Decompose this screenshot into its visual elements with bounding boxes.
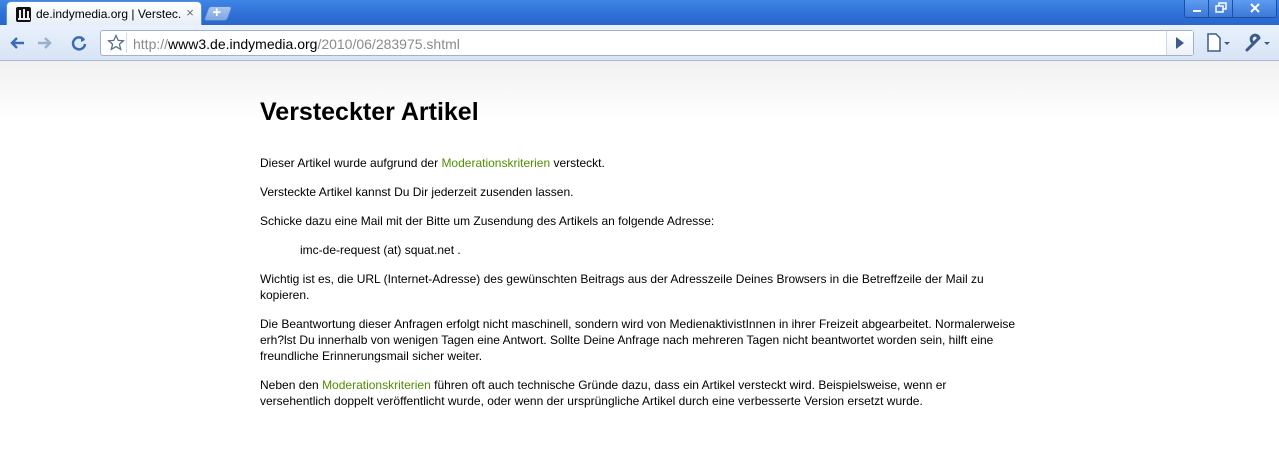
browser-tab[interactable]: de.indymedia.org | Verstec... ×	[6, 1, 202, 25]
back-button[interactable]	[6, 31, 30, 55]
tab-close-icon[interactable]: ×	[184, 6, 196, 20]
title-bar: de.indymedia.org | Verstec... × +	[0, 0, 1279, 25]
paragraph-hidden-notice: Dieser Artikel wurde aufgrund der Modera…	[260, 155, 1020, 171]
minimize-icon	[1193, 10, 1201, 12]
reload-button[interactable]	[67, 31, 91, 55]
email-address: imc-de-request (at) squat.net .	[300, 243, 461, 257]
plus-icon: +	[212, 4, 222, 21]
moderation-criteria-link[interactable]: Moderationskriterien	[441, 156, 550, 170]
wrench-menu-button[interactable]	[1242, 31, 1272, 55]
paragraph-request: Versteckte Artikel kannst Du Dir jederze…	[260, 185, 574, 199]
play-arrow-icon	[1176, 37, 1184, 49]
text: Neben den	[260, 378, 323, 392]
page-viewport: Versteckter Artikel Dieser Artikel wurde…	[0, 61, 1279, 469]
forward-button[interactable]	[32, 31, 56, 55]
tab-title: de.indymedia.org | Verstec...	[36, 7, 181, 21]
address-bar[interactable]: http://www3.de.indymedia.org/2010/06/283…	[100, 30, 1194, 56]
article-content: Versteckter Artikel Dieser Artikel wurde…	[260, 97, 1020, 422]
minimize-button[interactable]	[1184, 0, 1209, 18]
page-icon	[1207, 33, 1230, 52]
url-path: /2010/06/283975.shtml	[317, 36, 460, 52]
close-icon	[1250, 3, 1260, 13]
page-title: Versteckter Artikel	[260, 98, 479, 126]
url-text[interactable]: http://www3.de.indymedia.org/2010/06/283…	[133, 36, 460, 52]
text: versteckt.	[550, 156, 605, 170]
page-menu-button[interactable]	[1204, 31, 1232, 55]
bookmark-star-icon[interactable]	[107, 34, 125, 52]
text: Dieser Artikel wurde aufgrund der	[260, 156, 442, 170]
close-window-button[interactable]	[1232, 0, 1277, 18]
reload-icon	[71, 36, 87, 51]
paragraph-mail-instructions: Schicke dazu eine Mail mit der Bitte um …	[260, 214, 715, 228]
browser-toolbar: http://www3.de.indymedia.org/2010/06/283…	[0, 25, 1279, 61]
omnibox-separator	[126, 33, 127, 53]
back-arrow-icon	[10, 37, 24, 49]
moderation-criteria-link-2[interactable]: Moderationskriterien	[322, 378, 431, 392]
restore-button[interactable]	[1208, 0, 1233, 18]
paragraph-url-hint: Wichtig ist es, die URL (Internet-Adress…	[260, 272, 984, 302]
indymedia-favicon-icon	[16, 7, 31, 22]
url-scheme: http://	[133, 36, 169, 52]
paragraph-response-info: Die Beantwortung dieser Anfragen erfolgt…	[260, 317, 1016, 363]
new-tab-button[interactable]: +	[203, 4, 233, 21]
go-button[interactable]	[1166, 31, 1193, 55]
wrench-icon	[1245, 33, 1270, 52]
paragraph-technical-reasons: Neben den Moderationskriterien führen of…	[260, 377, 1020, 409]
restore-icon	[1215, 2, 1227, 13]
forward-arrow-icon	[38, 37, 52, 49]
url-host: www3.de.indymedia.org	[168, 36, 318, 52]
